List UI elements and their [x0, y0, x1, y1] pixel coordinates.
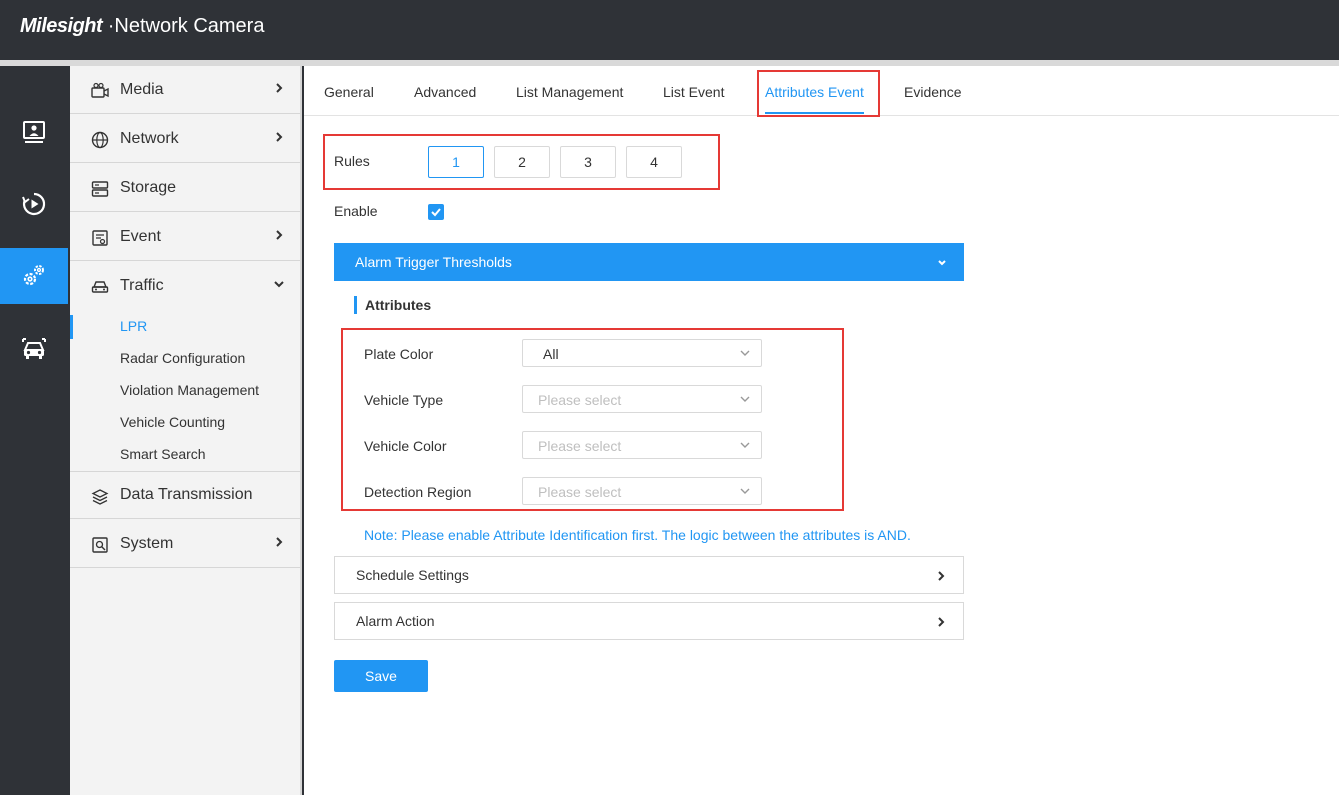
- tab-advanced[interactable]: Advanced: [414, 84, 476, 100]
- vehicle-icon: [22, 338, 46, 359]
- chevron-down-icon: [740, 442, 750, 448]
- chevron-down-icon: [274, 281, 284, 288]
- nav-item-data-transmission[interactable]: Data Transmission: [70, 471, 301, 519]
- layers-icon: [91, 489, 109, 505]
- brand: Milesight ·Network Camera: [20, 15, 264, 38]
- rail-settings[interactable]: [0, 248, 68, 304]
- camera-icon: [91, 82, 109, 98]
- nav-label-storage: Storage: [120, 178, 177, 196]
- sub-item-smart-search[interactable]: Smart Search: [70, 439, 301, 471]
- chevron-right-icon: [938, 571, 945, 581]
- attribute-note: Note: Please enable Attribute Identifica…: [364, 527, 911, 543]
- event-icon: [92, 230, 108, 246]
- chevron-down-icon: [740, 488, 750, 494]
- detection-region-select[interactable]: Please select: [522, 477, 762, 505]
- sub-label-violation: Violation Management: [120, 382, 260, 398]
- rule-button-4[interactable]: 4: [626, 146, 682, 178]
- vehicle-type-label: Vehicle Type: [364, 392, 444, 408]
- sub-item-lpr[interactable]: LPR: [70, 311, 301, 343]
- sub-label-radar: Radar Configuration: [120, 350, 246, 366]
- nav-item-event[interactable]: Event: [70, 213, 301, 261]
- plate-color-value: All: [543, 346, 559, 362]
- enable-label: Enable: [334, 203, 378, 219]
- alarm-action-title: Alarm Action: [356, 613, 435, 629]
- nav-item-media[interactable]: Media: [70, 66, 301, 114]
- rail-vehicle[interactable]: [0, 320, 68, 376]
- nav-label-data-transmission: Data Transmission: [120, 486, 253, 503]
- tab-list-management[interactable]: List Management: [516, 84, 623, 100]
- sub-label-lpr: LPR: [120, 318, 148, 334]
- schedule-settings-header[interactable]: Schedule Settings: [334, 556, 964, 594]
- live-view-icon: [23, 121, 45, 143]
- nav-label-traffic: Traffic: [120, 277, 164, 294]
- brand-logo: Milesight: [20, 15, 103, 37]
- chevron-right-icon: [276, 83, 283, 93]
- vehicle-color-select[interactable]: Please select: [522, 431, 762, 459]
- tab-attributes-event[interactable]: Attributes Event: [765, 84, 864, 100]
- checkmark-icon: [431, 208, 441, 217]
- car-icon: [91, 281, 109, 293]
- rail-live-view[interactable]: [0, 104, 68, 160]
- rail-playback[interactable]: [0, 176, 68, 232]
- nav-item-traffic[interactable]: Traffic: [70, 262, 301, 310]
- sub-item-vehicle-counting[interactable]: Vehicle Counting: [70, 407, 301, 439]
- rule-button-2[interactable]: 2: [494, 146, 550, 178]
- vehicle-type-placeholder: Please select: [538, 392, 622, 408]
- enable-checkbox[interactable]: [428, 204, 444, 220]
- nav-item-system[interactable]: System: [70, 520, 301, 568]
- attributes-heading: Attributes: [354, 296, 431, 314]
- chevron-right-icon: [276, 132, 283, 142]
- rules-label: Rules: [334, 153, 370, 169]
- schedule-settings-title: Schedule Settings: [356, 567, 469, 583]
- detection-region-placeholder: Please select: [538, 484, 622, 500]
- plate-color-label: Plate Color: [364, 346, 434, 362]
- alarm-trigger-thresholds-header[interactable]: Alarm Trigger Thresholds: [334, 243, 964, 281]
- tab-list-event[interactable]: List Event: [663, 84, 724, 100]
- icon-rail: [0, 66, 68, 795]
- globe-icon: [91, 131, 109, 149]
- chevron-right-icon: [938, 617, 945, 627]
- chevron-right-icon: [276, 230, 283, 240]
- nav-label-system: System: [120, 534, 174, 552]
- chevron-down-icon: [740, 396, 750, 402]
- active-tab-indicator: [765, 112, 864, 114]
- tab-bar: General Advanced List Management List Ev…: [304, 66, 1339, 116]
- nav-item-network[interactable]: Network: [70, 115, 301, 163]
- detection-region-label: Detection Region: [364, 484, 472, 500]
- chevron-down-icon: [938, 260, 946, 266]
- nav-label-network: Network: [120, 129, 179, 147]
- nav-item-storage[interactable]: Storage: [70, 164, 301, 212]
- chevron-down-icon: [740, 350, 750, 356]
- tab-general[interactable]: General: [324, 84, 374, 100]
- brand-title: Network Camera: [114, 15, 265, 37]
- nav-label-media: Media: [120, 80, 164, 98]
- vehicle-color-label: Vehicle Color: [364, 438, 447, 454]
- alarm-trigger-thresholds-title: Alarm Trigger Thresholds: [355, 254, 512, 270]
- top-bar: Milesight ·Network Camera: [0, 0, 1339, 60]
- main-panel: General Advanced List Management List Ev…: [304, 66, 1339, 795]
- system-icon: [92, 537, 108, 553]
- chevron-right-icon: [276, 537, 283, 547]
- save-button[interactable]: Save: [334, 660, 428, 692]
- sub-label-smart-search: Smart Search: [120, 446, 206, 462]
- rule-button-1[interactable]: 1: [428, 146, 484, 178]
- sub-item-violation-management[interactable]: Violation Management: [70, 375, 301, 407]
- tab-evidence[interactable]: Evidence: [904, 84, 962, 100]
- storage-icon: [91, 181, 109, 197]
- nav-label-event: Event: [120, 227, 161, 245]
- vehicle-type-select[interactable]: Please select: [522, 385, 762, 413]
- alarm-action-header[interactable]: Alarm Action: [334, 602, 964, 640]
- sub-label-counting: Vehicle Counting: [120, 414, 226, 430]
- playback-icon: [22, 192, 46, 216]
- settings-icon: [23, 265, 44, 286]
- sub-item-radar-configuration[interactable]: Radar Configuration: [70, 343, 301, 375]
- plate-color-select[interactable]: All: [522, 339, 762, 367]
- side-nav: Media Network Storage Event Traffic LPR …: [70, 66, 302, 795]
- rule-button-3[interactable]: 3: [560, 146, 616, 178]
- vehicle-color-placeholder: Please select: [538, 438, 622, 454]
